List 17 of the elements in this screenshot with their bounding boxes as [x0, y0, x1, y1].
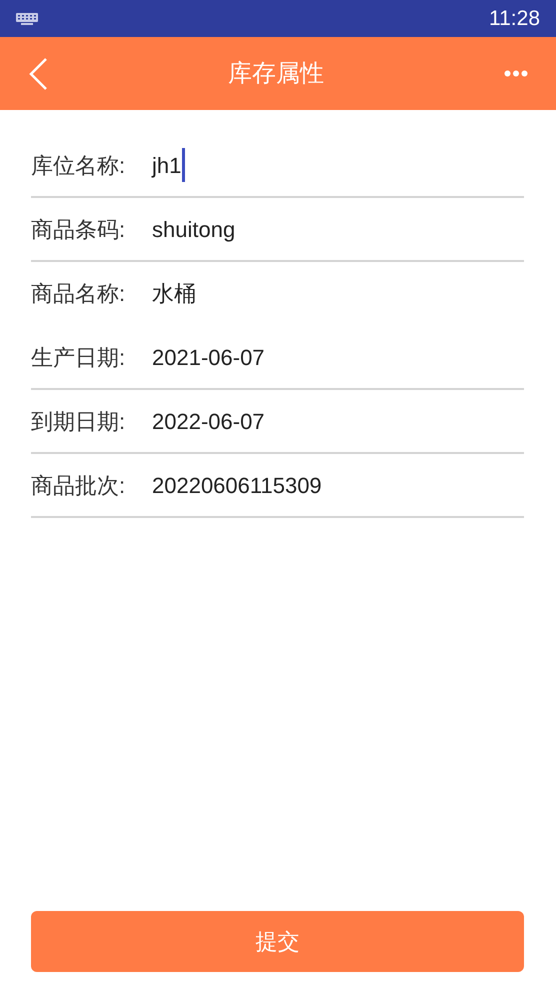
input-field[interactable]: shuitong	[152, 212, 236, 246]
input-field[interactable]: 2022-06-07	[152, 404, 265, 438]
field-label: 商品条码:	[31, 216, 126, 244]
field-value: 水桶	[152, 280, 196, 308]
field-label: 生产日期:	[31, 344, 126, 372]
page-title: 库存属性	[228, 58, 324, 88]
more-button[interactable]	[504, 70, 528, 78]
input-field[interactable]: 2021-06-07	[152, 340, 265, 374]
field-label: 到期日期:	[31, 408, 126, 436]
back-button[interactable]	[28, 56, 48, 92]
status-time: 11:28	[489, 6, 540, 32]
keyboard-icon	[16, 12, 38, 24]
field-label: 商品名称:	[31, 280, 126, 308]
input-field[interactable]: 20220606115309	[152, 468, 322, 502]
field-label: 库位名称:	[31, 152, 126, 180]
field-label: 商品批次:	[31, 472, 126, 500]
input-field[interactable]: jh1	[152, 148, 186, 182]
